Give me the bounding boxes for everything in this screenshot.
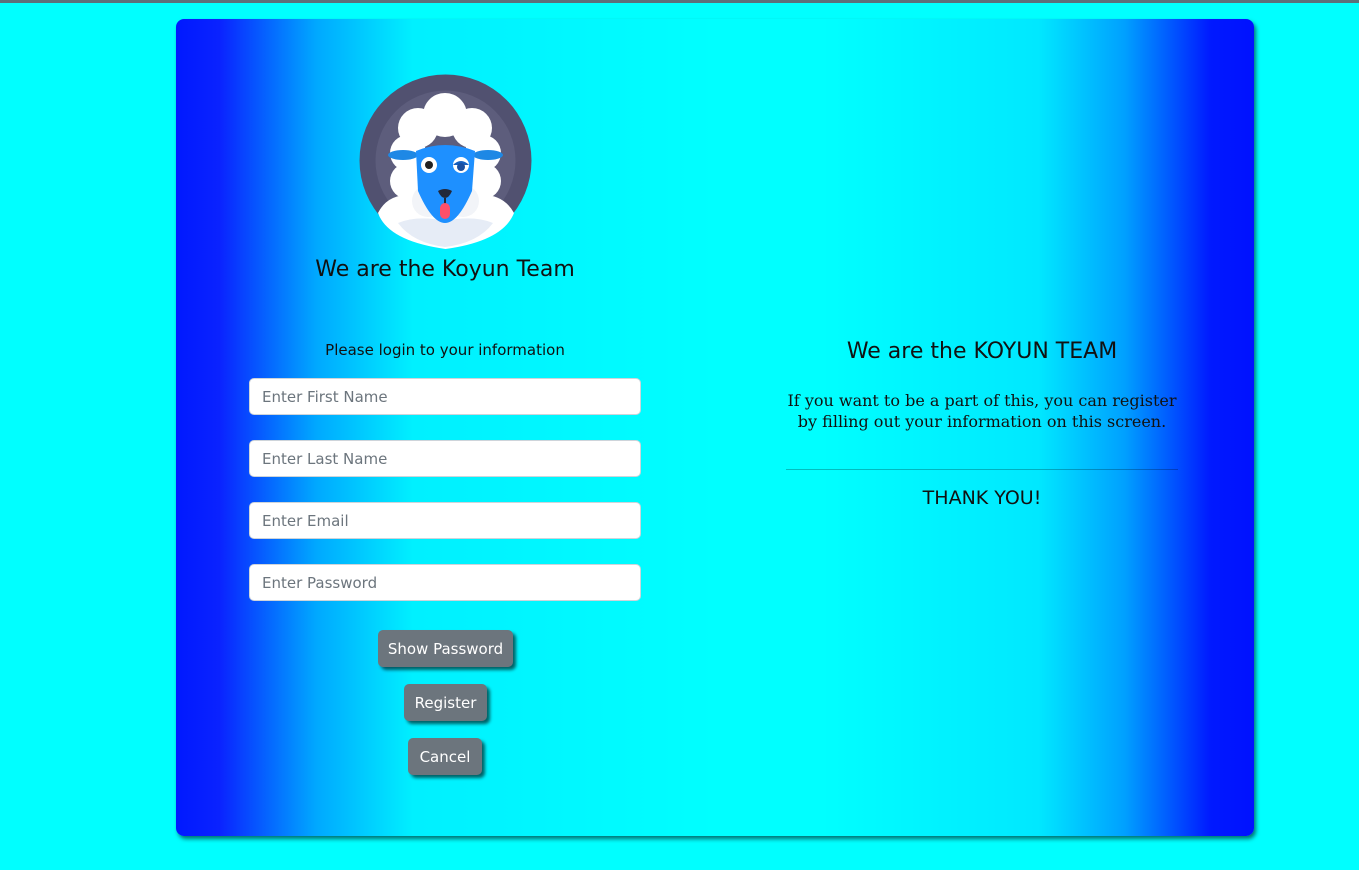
email-input[interactable]: [249, 502, 641, 539]
divider: [786, 469, 1178, 470]
info-text: If you want to be a part of this, you ca…: [787, 391, 1177, 431]
thank-you-text: THANK YOU!: [922, 487, 1042, 509]
registration-card: We are the Koyun Team Please login to yo…: [176, 19, 1254, 836]
top-border: [0, 0, 1359, 3]
info-title: We are the KOYUN TEAM: [846, 339, 1118, 364]
sheep-avatar-icon: [359, 74, 532, 249]
register-button[interactable]: Register: [404, 684, 487, 721]
team-heading: We are the Koyun Team: [315, 257, 575, 282]
first-name-input[interactable]: [249, 378, 641, 415]
registration-form-panel: We are the Koyun Team Please login to yo…: [176, 19, 714, 836]
cancel-button[interactable]: Cancel: [408, 738, 482, 775]
password-input[interactable]: [249, 564, 641, 601]
show-password-button[interactable]: Show Password: [378, 630, 513, 667]
info-panel: We are the KOYUN TEAM If you want to be …: [786, 19, 1178, 836]
last-name-input[interactable]: [249, 440, 641, 477]
login-prompt: Please login to your information: [325, 341, 565, 359]
